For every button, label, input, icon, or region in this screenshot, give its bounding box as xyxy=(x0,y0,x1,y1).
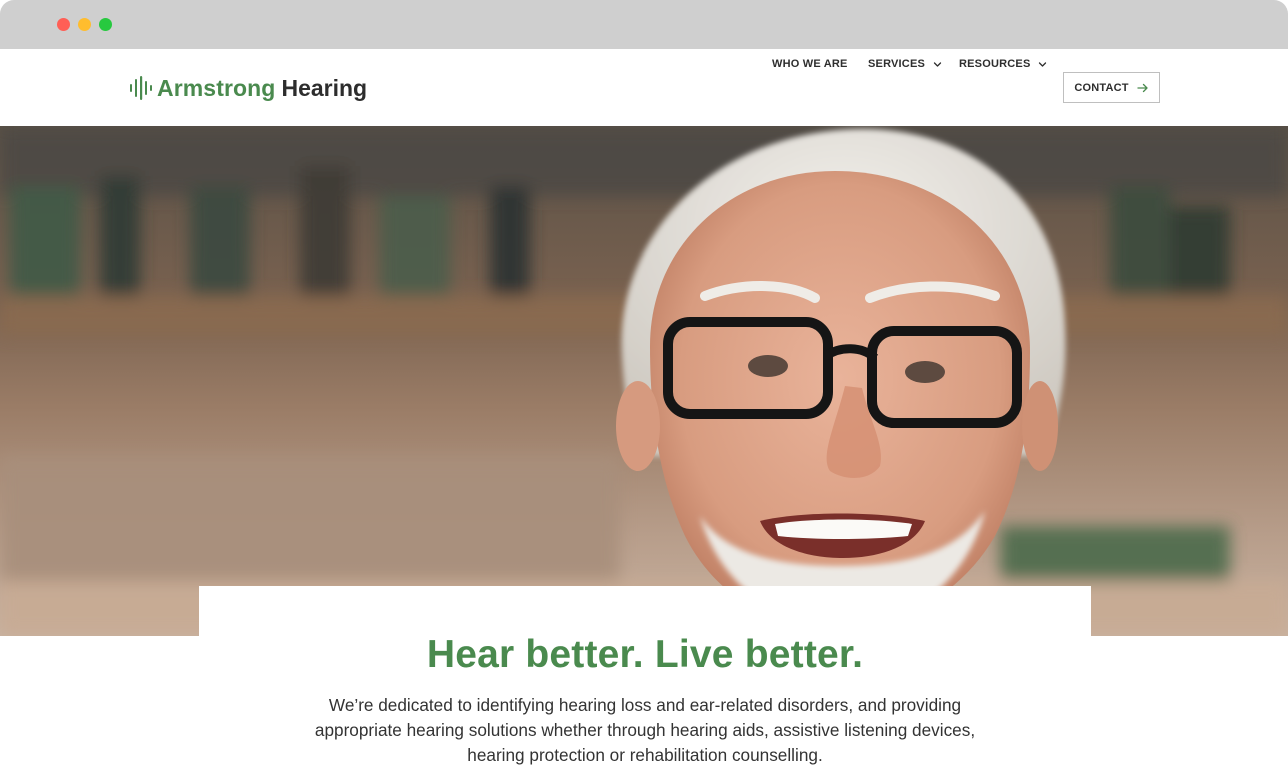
chevron-down-icon xyxy=(1039,61,1047,67)
site-header: Armstrong Hearing WHO WE ARE SERVICES RE… xyxy=(0,49,1288,126)
nav-item-label: SERVICES xyxy=(868,58,926,70)
window-close-button[interactable] xyxy=(57,18,70,31)
sound-wave-icon xyxy=(130,76,152,100)
intro-body: We’re dedicated to identifying hearing l… xyxy=(314,695,976,765)
nav-item-services[interactable]: SERVICES xyxy=(868,49,942,79)
window-maximize-button[interactable] xyxy=(99,18,112,31)
nav-item-resources[interactable]: RESOURCES xyxy=(959,49,1047,79)
logo-word-hearing: Hearing xyxy=(281,74,368,101)
contact-button[interactable]: CONTACT xyxy=(1063,72,1160,103)
arrow-right-icon xyxy=(1137,83,1148,92)
contact-button-label: CONTACT xyxy=(1074,81,1129,94)
logo-word-armstrong: Armstrong xyxy=(157,74,276,101)
window-minimize-button[interactable] xyxy=(78,18,91,31)
intro-card: Hear better. Live better. We’re dedicate… xyxy=(199,586,1091,779)
intro-headline: Hear better. Live better. xyxy=(426,633,864,676)
browser-chrome xyxy=(0,0,1288,49)
hero-photo xyxy=(0,126,1288,636)
nav-item-label: WHO WE ARE xyxy=(772,58,848,70)
hero-banner xyxy=(0,126,1288,636)
nav-item-label: RESOURCES xyxy=(959,58,1031,70)
site-logo[interactable]: Armstrong Hearing xyxy=(129,73,367,103)
chevron-down-icon xyxy=(933,61,942,67)
nav-item-who-we-are[interactable]: WHO WE ARE xyxy=(772,49,848,79)
